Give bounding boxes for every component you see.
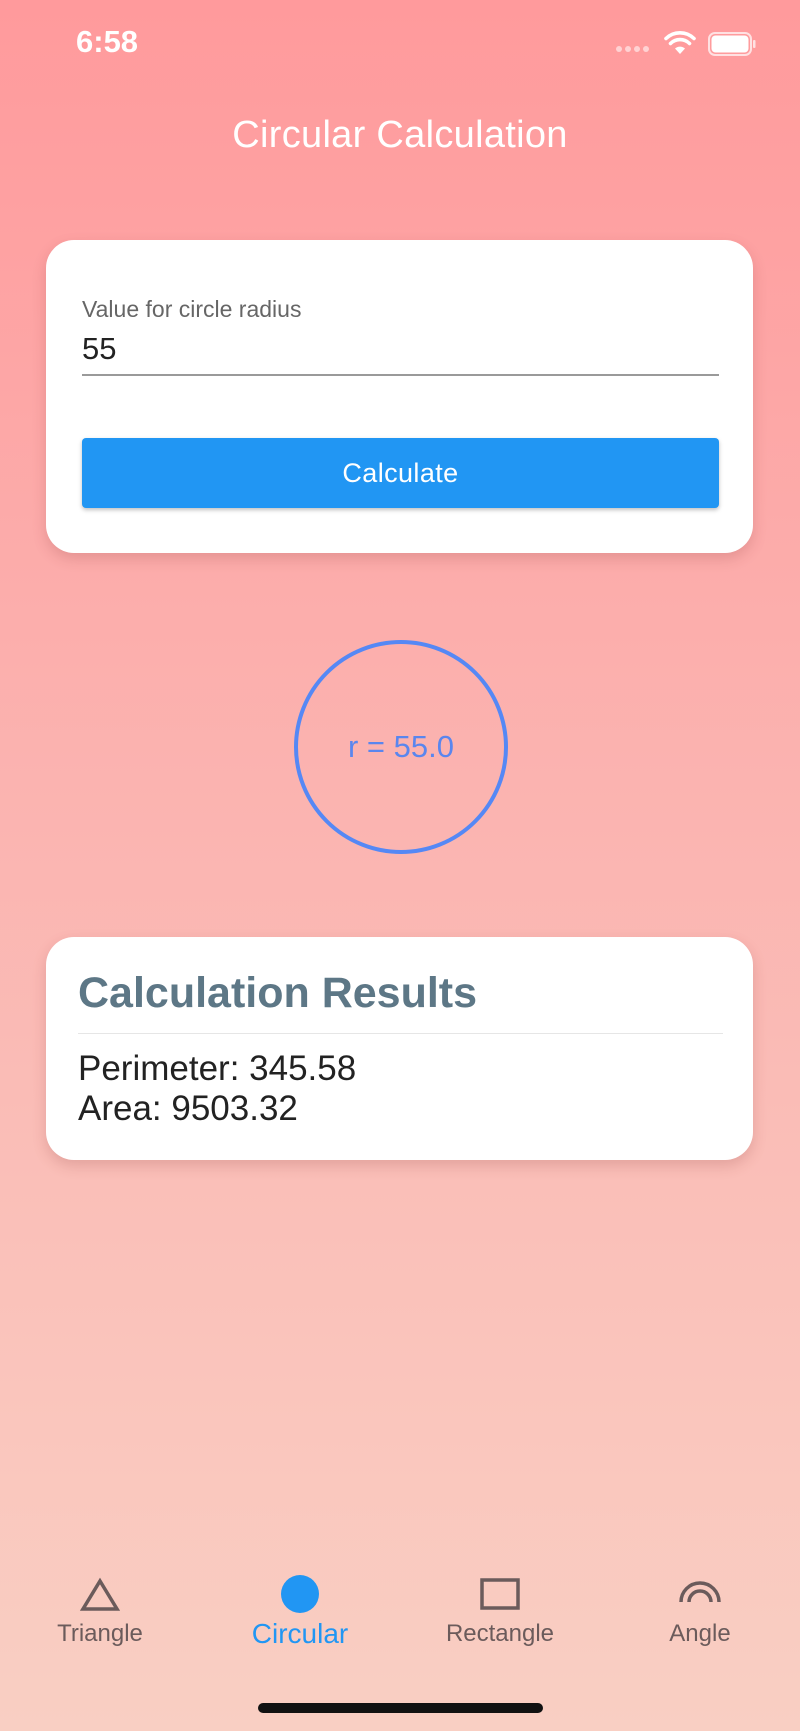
circle-icon <box>281 1575 319 1613</box>
radius-input[interactable] <box>82 324 719 376</box>
battery-icon <box>708 32 756 56</box>
results-divider <box>78 1033 723 1034</box>
perimeter-result: Perimeter: 345.58 <box>78 1049 357 1088</box>
circle-diagram: r = 55.0 <box>294 640 508 854</box>
radius-input-label: Value for circle radius <box>82 296 302 322</box>
nav-label-rectangle: Rectangle <box>445 1620 555 1647</box>
nav-item-angle[interactable]: Angle <box>600 1560 800 1670</box>
nav-label-triangle: Triangle <box>57 1620 143 1647</box>
nav-item-triangle[interactable]: Triangle <box>0 1560 200 1670</box>
page-title: Circular Calculation <box>232 114 568 156</box>
input-card: Value for circle radius Calculate <box>46 240 753 553</box>
rectangle-icon <box>480 1578 520 1610</box>
home-indicator <box>258 1703 543 1713</box>
nav-label-circular: Circular <box>251 1618 349 1649</box>
results-title: Calculation Results <box>78 969 478 1017</box>
triangle-icon <box>79 1577 121 1611</box>
nav-item-circular[interactable]: Circular <box>200 1560 400 1670</box>
radius-display-label: r = 55.0 <box>348 729 454 764</box>
results-card: Calculation Results Perimeter: 345.58 Ar… <box>46 937 753 1160</box>
area-result: Area: 9503.32 <box>78 1089 298 1128</box>
angle-icon <box>679 1581 721 1603</box>
bottom-navigation: Triangle Circular Rectangle Angle <box>0 1560 800 1670</box>
status-bar: 6:58 <box>0 0 800 90</box>
nav-label-angle: Angle <box>669 1620 731 1647</box>
calculate-button[interactable]: Calculate <box>82 438 719 508</box>
status-time: 6:58 <box>76 24 139 59</box>
nav-item-rectangle[interactable]: Rectangle <box>400 1560 600 1670</box>
wifi-icon <box>664 31 696 54</box>
cellular-signal-icon <box>616 46 649 52</box>
